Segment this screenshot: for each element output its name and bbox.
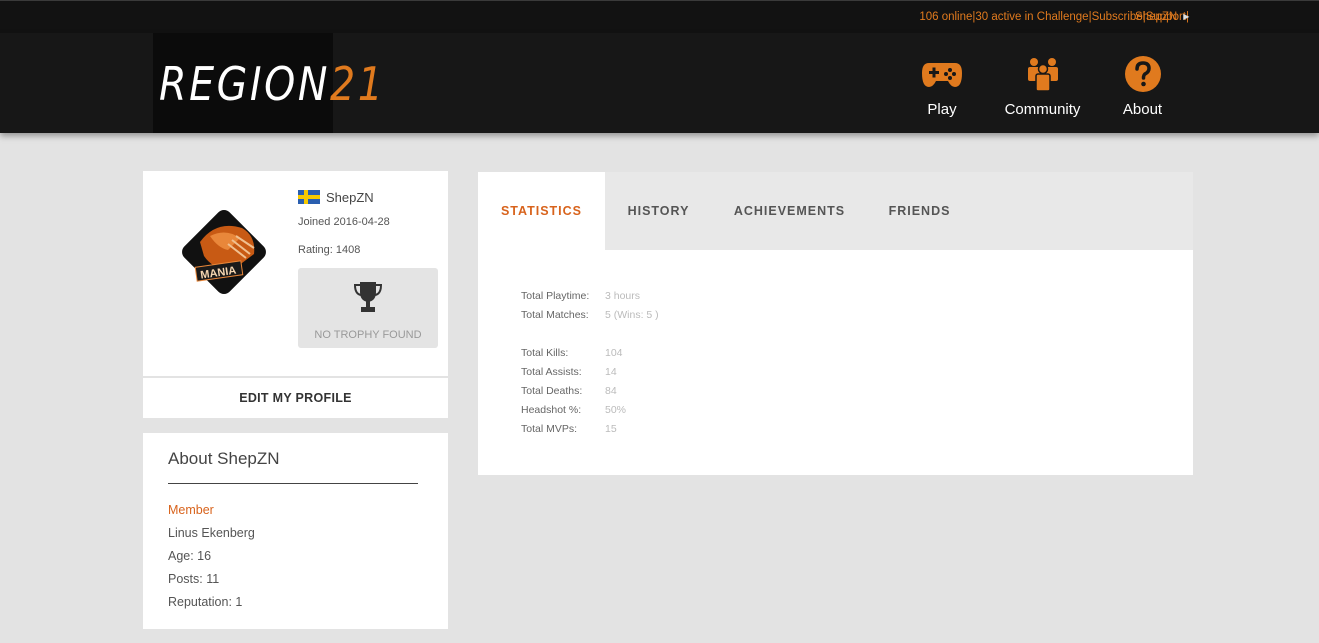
profile-card: MANIA ShepZN Joined 2016-04-28 Rating: 1… bbox=[143, 171, 448, 376]
edit-profile-button[interactable]: EDIT MY PROFILE bbox=[143, 378, 448, 418]
trophy-icon bbox=[353, 280, 383, 314]
age: Age: 16 bbox=[168, 549, 212, 563]
no-trophy-text: NO TROPHY FOUND bbox=[314, 329, 422, 341]
divider bbox=[168, 483, 418, 484]
nav-about[interactable]: About bbox=[1115, 55, 1170, 118]
tab-bar: STATISTICS HISTORY ACHIEVEMENTS FRIENDS bbox=[478, 172, 1193, 250]
tab-statistics[interactable]: STATISTICS bbox=[478, 172, 605, 250]
stat-label: Total Assists: bbox=[521, 366, 582, 378]
nav-about-label: About bbox=[1122, 101, 1163, 118]
nav-community-label: Community bbox=[1004, 101, 1081, 118]
user-name[interactable]: ShepZN bbox=[1135, 11, 1177, 23]
member-role: Member bbox=[168, 503, 214, 517]
profile-name-row: ShepZN bbox=[298, 190, 374, 205]
stat-value: 15 bbox=[605, 423, 617, 435]
joined-date: Joined 2016-04-28 bbox=[298, 216, 390, 228]
stat-label: Total Deaths: bbox=[521, 385, 583, 397]
site-header: REGION21 Play Community About bbox=[0, 33, 1319, 133]
nav-play-label: Play bbox=[927, 101, 957, 118]
stat-value: 50% bbox=[605, 404, 627, 416]
stat-value: 84 bbox=[605, 385, 617, 397]
stats-panel: STATISTICS HISTORY ACHIEVEMENTS FRIENDS … bbox=[478, 172, 1193, 475]
stat-label: Total Playtime: bbox=[521, 290, 590, 302]
nav-play[interactable]: Play bbox=[912, 55, 972, 118]
real-name: Linus Ekenberg bbox=[168, 526, 255, 540]
logo-number: 21 bbox=[330, 57, 386, 111]
posts: Posts: 11 bbox=[168, 572, 220, 586]
tab-achievements[interactable]: ACHIEVEMENTS bbox=[712, 172, 867, 250]
tab-history[interactable]: HISTORY bbox=[605, 172, 712, 250]
challenge-link[interactable]: 30 active in Challenge bbox=[975, 11, 1088, 23]
reputation: Reputation: 1 bbox=[168, 595, 243, 609]
about-title: About ShepZN bbox=[168, 449, 280, 468]
caret-right-icon[interactable]: ▶ bbox=[1183, 12, 1189, 21]
gamepad-icon bbox=[921, 55, 963, 93]
top-bar: 106 online|30 active in Challenge|Subscr… bbox=[0, 0, 1319, 33]
logo[interactable]: REGION21 bbox=[153, 33, 383, 133]
stat-value: 104 bbox=[605, 347, 623, 359]
trophy-box: NO TROPHY FOUND bbox=[298, 268, 438, 348]
logo-text: REGION bbox=[159, 57, 331, 111]
stat-value: 14 bbox=[605, 366, 617, 378]
stat-label: Total Kills: bbox=[521, 347, 569, 359]
stat-value: 3 hours bbox=[605, 290, 641, 302]
stat-label: Total MVPs: bbox=[521, 423, 578, 435]
avatar: MANIA bbox=[170, 198, 278, 306]
sweden-flag-icon bbox=[298, 190, 320, 204]
rating: Rating: 1408 bbox=[298, 244, 361, 256]
stat-label: Total Matches: bbox=[521, 309, 589, 321]
tab-friends[interactable]: FRIENDS bbox=[867, 172, 972, 250]
about-card: About ShepZN Member Linus Ekenberg Age: … bbox=[143, 433, 448, 629]
profile-name: ShepZN bbox=[326, 190, 374, 205]
online-count: 106 online bbox=[919, 11, 973, 23]
user-menu[interactable]: ShepZN ▶ bbox=[1135, 11, 1189, 23]
nav-community[interactable]: Community bbox=[1000, 55, 1085, 118]
community-icon bbox=[1022, 55, 1064, 93]
stat-value: 5 (Wins: 5 ) bbox=[605, 309, 659, 321]
stat-label: Headshot %: bbox=[521, 404, 582, 416]
question-icon bbox=[1122, 55, 1164, 93]
